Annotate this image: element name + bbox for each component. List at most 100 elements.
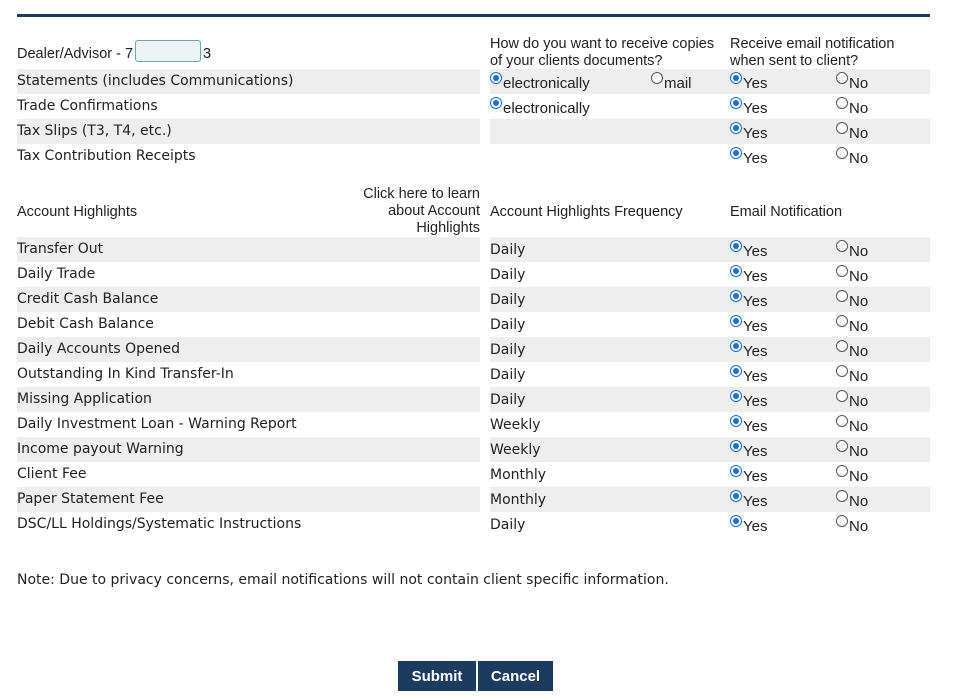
radio-circle-icon[interactable] (836, 465, 848, 477)
learn-about-highlights-link[interactable]: Click here to learn about Account Highli… (355, 186, 480, 237)
radio-circle-icon[interactable] (490, 97, 502, 109)
highlight-row: Debit Cash Balance Daily Yes No (17, 312, 930, 337)
email-yes-radio[interactable]: Yes (730, 240, 767, 260)
email-yes-radio[interactable]: Yes (730, 122, 767, 142)
radio-circle-icon[interactable] (730, 390, 742, 402)
submit-button[interactable]: Submit (398, 661, 476, 691)
radio-circle-icon[interactable] (836, 340, 848, 352)
radio-label: No (849, 368, 869, 385)
row-middle-cell: electronically mail (490, 69, 736, 94)
radio-circle-icon[interactable] (730, 72, 742, 84)
row-label-cell: Daily Investment Loan - Warning Report (17, 412, 480, 437)
highlight-row: Daily Accounts Opened Daily Yes No (17, 337, 930, 362)
radio-circle-icon[interactable] (836, 315, 848, 327)
row-label: Debit Cash Balance (17, 316, 154, 332)
radio-circle-icon[interactable] (730, 490, 742, 502)
row-middle-cell: Weekly (490, 412, 736, 437)
dealer-code-field[interactable] (135, 40, 202, 62)
email-no-radio[interactable]: No (836, 415, 868, 435)
radio-circle-icon[interactable] (836, 390, 848, 402)
email-yes-radio[interactable]: Yes (730, 265, 767, 285)
radio-label: No (849, 343, 869, 360)
highlight-row: Outstanding In Kind Transfer-In Daily Yes N… (17, 362, 930, 387)
radio-circle-icon[interactable] (490, 72, 502, 84)
email-no-radio[interactable]: No (836, 315, 868, 335)
email-no-radio[interactable]: No (836, 147, 868, 167)
radio-circle-icon[interactable] (730, 515, 742, 527)
delivery-electronically-radio[interactable]: electronically (490, 97, 590, 117)
row-email-cell: Yes No (730, 237, 930, 262)
email-yes-radio[interactable]: Yes (730, 315, 767, 335)
email-no-radio[interactable]: No (836, 440, 868, 460)
radio-circle-icon[interactable] (730, 465, 742, 477)
row-label-cell: Income payout Warning (17, 437, 480, 462)
email-yes-radio[interactable]: Yes (730, 97, 767, 117)
email-yes-radio[interactable]: Yes (730, 365, 767, 385)
dealer-suffix: 3 (203, 45, 212, 62)
row-label-cell: Tax Contribution Receipts (17, 144, 480, 169)
email-yes-radio[interactable]: Yes (730, 465, 767, 485)
email-no-radio[interactable]: No (836, 340, 868, 360)
email-no-radio[interactable]: No (836, 465, 868, 485)
row-label-cell: Trade Confirmations (17, 94, 480, 119)
email-no-radio[interactable]: No (836, 122, 868, 142)
email-no-radio[interactable]: No (836, 290, 868, 310)
radio-circle-icon[interactable] (836, 440, 848, 452)
row-label: Transfer Out (17, 241, 104, 257)
radio-circle-icon[interactable] (836, 490, 848, 502)
radio-circle-icon[interactable] (730, 440, 742, 452)
radio-circle-icon[interactable] (730, 365, 742, 377)
cancel-button[interactable]: Cancel (478, 661, 553, 691)
email-no-radio[interactable]: No (836, 240, 868, 260)
radio-circle-icon[interactable] (836, 515, 848, 527)
email-no-radio[interactable]: No (836, 490, 868, 510)
email-no-radio[interactable]: No (836, 97, 868, 117)
frequency-value: Weekly (490, 417, 541, 433)
row-label-cell: Daily Accounts Opened (17, 337, 480, 362)
email-yes-radio[interactable]: Yes (730, 415, 767, 435)
radio-circle-icon[interactable] (730, 415, 742, 427)
radio-circle-icon[interactable] (730, 240, 742, 252)
radio-label: Yes (743, 493, 768, 510)
email-yes-radio[interactable]: Yes (730, 72, 767, 92)
delivery-electronically-radio[interactable]: electronically (490, 72, 590, 92)
email-no-radio[interactable]: No (836, 390, 868, 410)
radio-circle-icon[interactable] (730, 122, 742, 134)
row-label: Daily Accounts Opened (17, 341, 181, 357)
row-label: Outstanding In Kind Transfer-In (17, 366, 234, 382)
frequency-value: Daily (490, 242, 526, 258)
row-middle-cell: electronically (490, 94, 736, 119)
email-yes-radio[interactable]: Yes (730, 290, 767, 310)
radio-circle-icon[interactable] (730, 290, 742, 302)
email-yes-radio[interactable]: Yes (730, 515, 767, 535)
delivery-mail-radio[interactable]: mail (651, 72, 692, 92)
radio-circle-icon[interactable] (836, 147, 848, 159)
radio-circle-icon[interactable] (730, 265, 742, 277)
email-yes-radio[interactable]: Yes (730, 390, 767, 410)
email-yes-radio[interactable]: Yes (730, 490, 767, 510)
row-middle-cell: Daily (490, 337, 736, 362)
radio-circle-icon[interactable] (836, 415, 848, 427)
radio-label: No (849, 243, 869, 260)
radio-circle-icon[interactable] (836, 240, 848, 252)
email-yes-radio[interactable]: Yes (730, 440, 767, 460)
radio-circle-icon[interactable] (730, 315, 742, 327)
radio-circle-icon[interactable] (836, 97, 848, 109)
row-label: DSC/LL Holdings/Systematic Instructions (17, 516, 302, 532)
email-no-radio[interactable]: No (836, 515, 868, 535)
email-no-radio[interactable]: No (836, 265, 868, 285)
radio-circle-icon[interactable] (836, 122, 848, 134)
radio-circle-icon[interactable] (651, 72, 663, 84)
row-middle-cell (490, 119, 736, 144)
email-no-radio[interactable]: No (836, 365, 868, 385)
radio-circle-icon[interactable] (730, 340, 742, 352)
radio-circle-icon[interactable] (730, 97, 742, 109)
radio-circle-icon[interactable] (730, 147, 742, 159)
radio-circle-icon[interactable] (836, 265, 848, 277)
email-no-radio[interactable]: No (836, 72, 868, 92)
email-yes-radio[interactable]: Yes (730, 147, 767, 167)
radio-circle-icon[interactable] (836, 365, 848, 377)
radio-circle-icon[interactable] (836, 290, 848, 302)
email-yes-radio[interactable]: Yes (730, 340, 767, 360)
radio-circle-icon[interactable] (836, 72, 848, 84)
